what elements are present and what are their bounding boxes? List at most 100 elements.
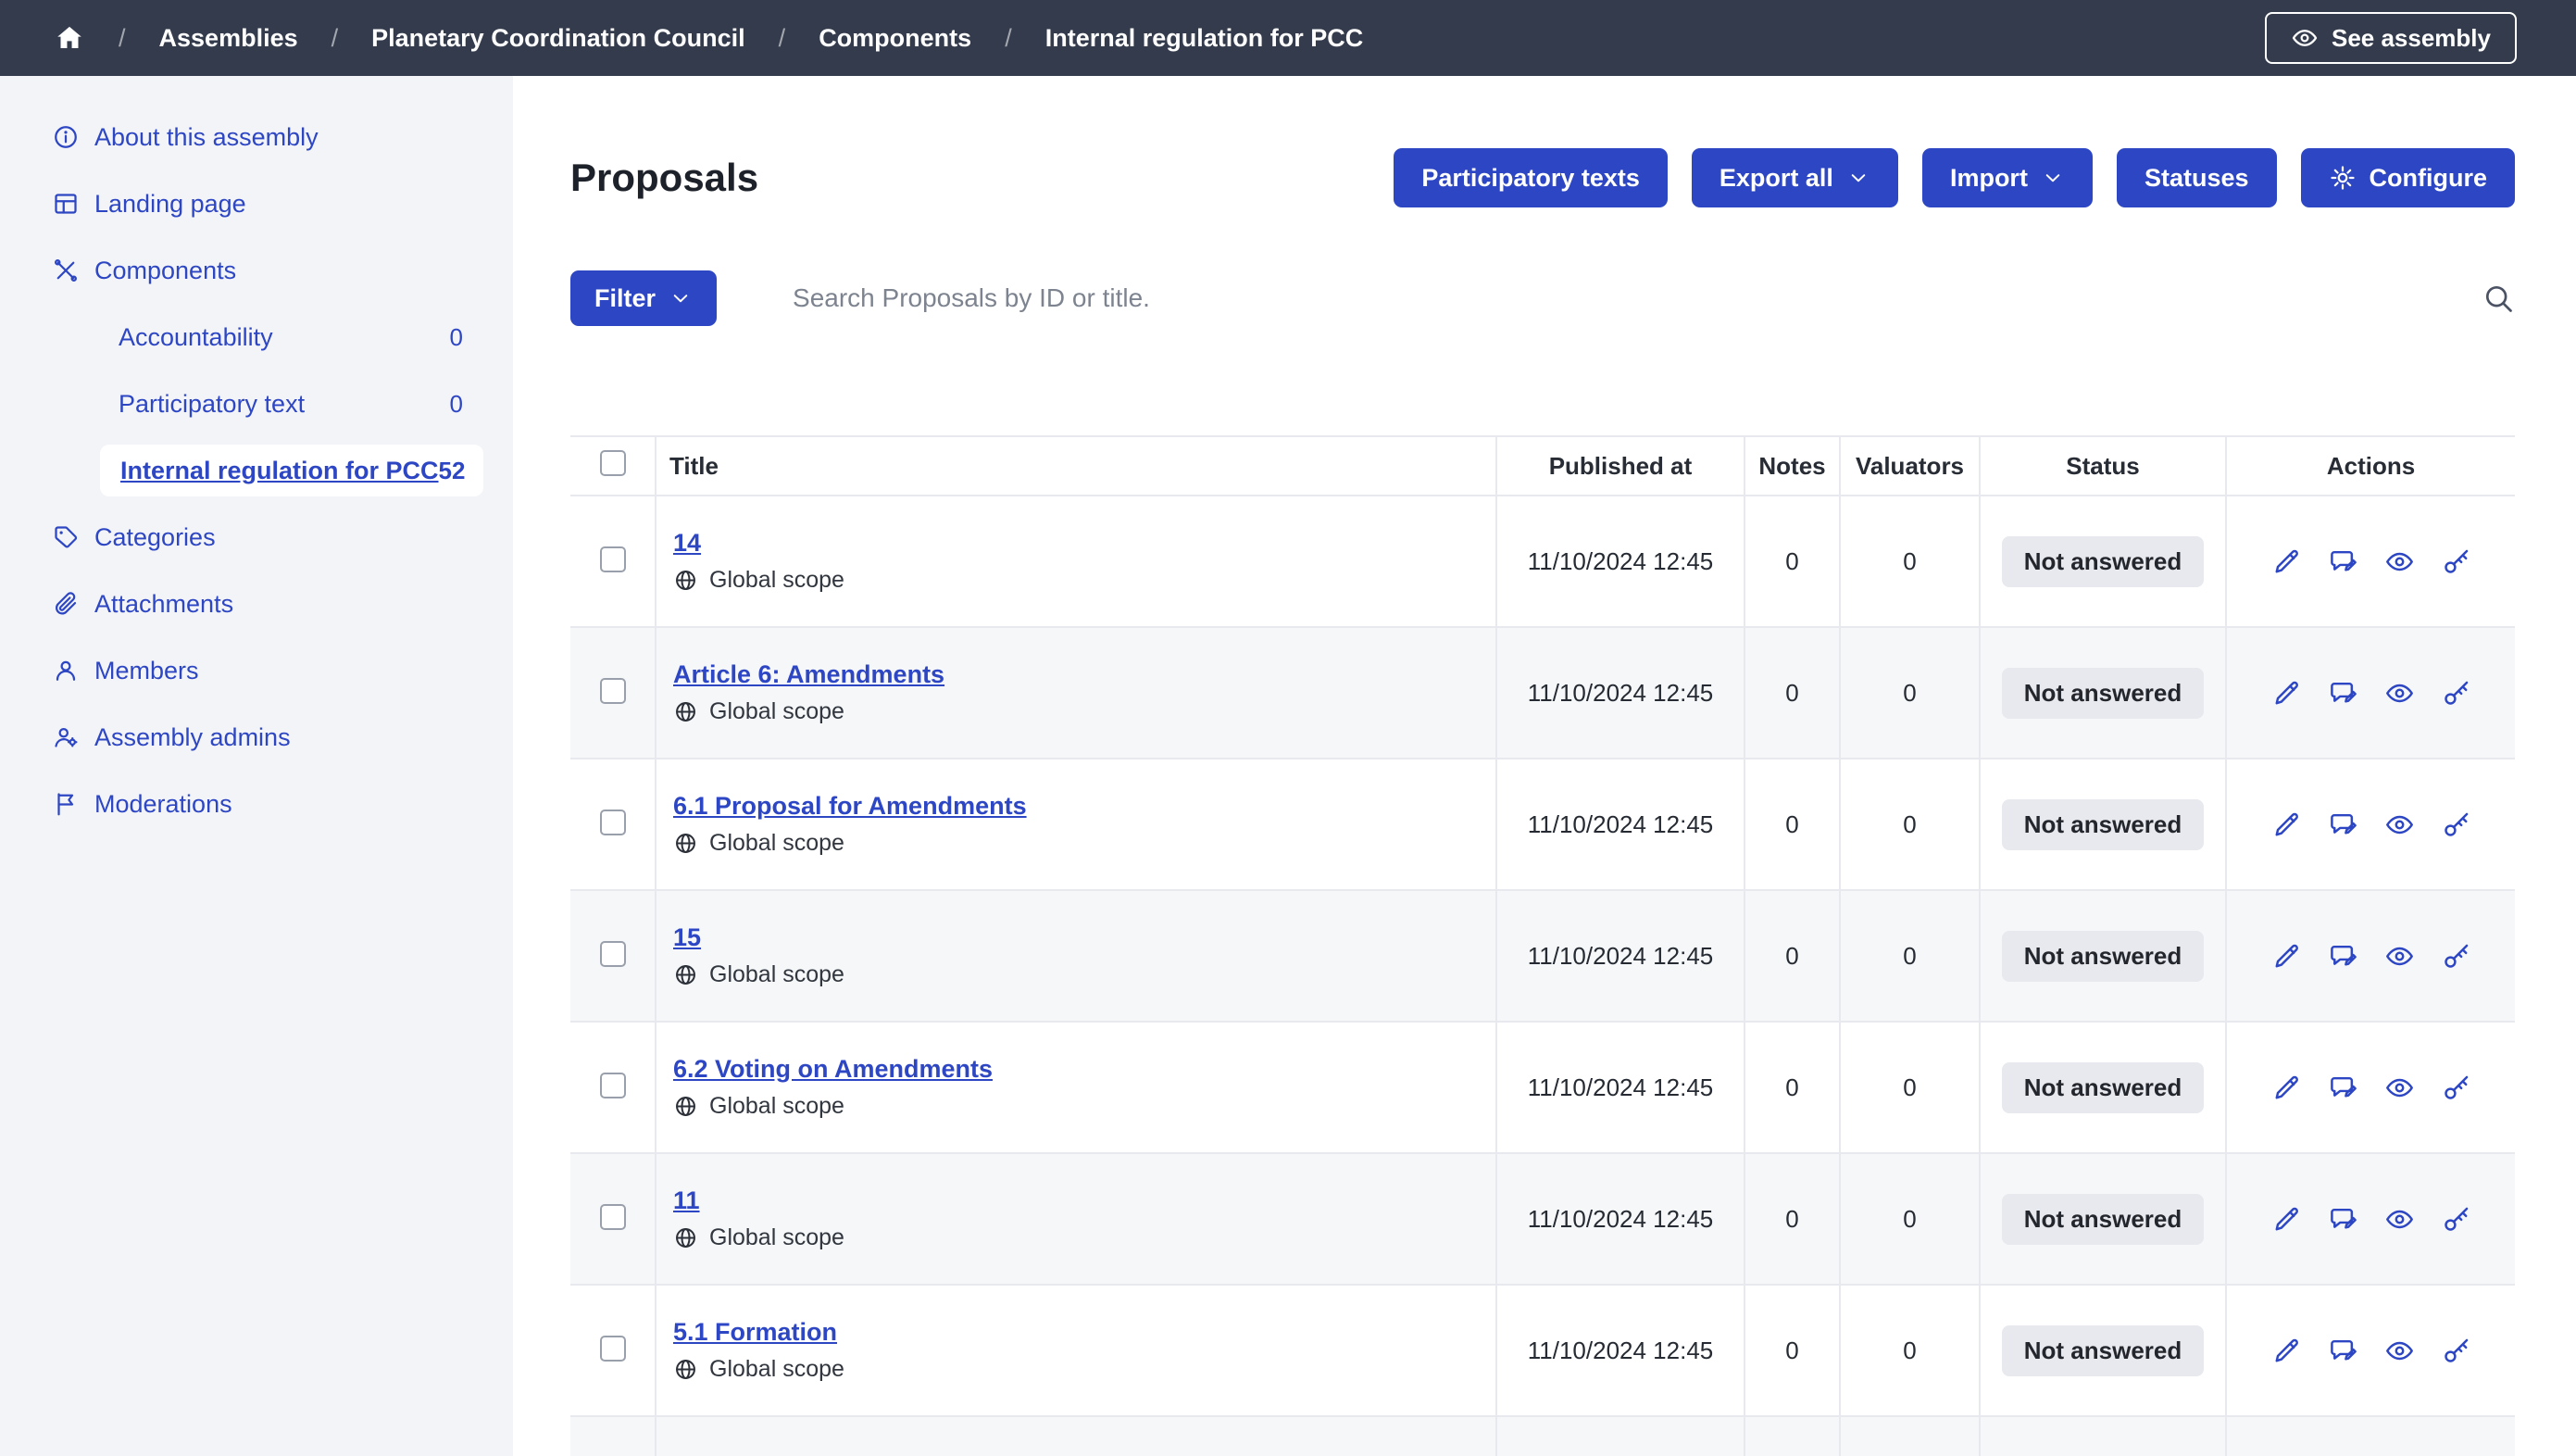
proposals-table-body: 14 Global scope 11/10/2024 12:45 0 0 Not…: [570, 496, 2515, 1456]
chat-answer-icon[interactable]: [2328, 678, 2358, 709]
breadcrumb-assembly-name[interactable]: Planetary Coordination Council: [371, 24, 745, 53]
breadcrumb-separator: /: [119, 24, 126, 53]
configure-button[interactable]: Configure: [2301, 148, 2516, 207]
home-icon[interactable]: [54, 22, 85, 54]
pencil-icon[interactable]: [2271, 810, 2302, 840]
chat-answer-icon[interactable]: [2328, 1204, 2358, 1235]
notes-count: 0: [1785, 547, 1798, 575]
proposal-title-link[interactable]: 5.1 Formation: [673, 1318, 837, 1347]
pencil-icon[interactable]: [2271, 1336, 2302, 1366]
row-checkbox[interactable]: [600, 1204, 626, 1230]
proposal-title-link[interactable]: 6.2 Voting on Amendments: [673, 1055, 993, 1084]
see-assembly-button[interactable]: See assembly: [2265, 12, 2517, 64]
filter-button[interactable]: Filter: [570, 270, 717, 326]
key-icon[interactable]: [2441, 1073, 2471, 1103]
pencil-icon[interactable]: [2271, 1073, 2302, 1103]
status-badge: Not answered: [2002, 536, 2205, 587]
status-badge: Not answered: [2002, 1194, 2205, 1245]
proposal-title-link[interactable]: 14: [673, 529, 701, 558]
table-row: Article 6: Amendments Global scope 11/10…: [570, 627, 2515, 759]
pencil-icon[interactable]: [2271, 941, 2302, 972]
notes-count: 0: [1785, 1205, 1798, 1233]
key-icon[interactable]: [2441, 941, 2471, 972]
row-checkbox[interactable]: [600, 546, 626, 572]
chat-answer-icon[interactable]: [2328, 546, 2358, 577]
pencil-icon[interactable]: [2271, 678, 2302, 709]
proposal-scope: Global scope: [673, 567, 1495, 594]
eye-icon[interactable]: [2384, 678, 2415, 709]
row-checkbox[interactable]: [600, 941, 626, 967]
search-input[interactable]: [791, 282, 2482, 314]
breadcrumb-separator: /: [779, 24, 786, 53]
column-header-title: Title: [656, 436, 1496, 496]
proposal-title-link[interactable]: Article 6: Amendments: [673, 660, 944, 689]
row-checkbox[interactable]: [600, 1073, 626, 1098]
globe-icon: [673, 831, 698, 856]
proposal-scope: Global scope: [673, 698, 1495, 725]
valuators-count: 0: [1903, 1205, 1916, 1233]
top-bar: / Assemblies / Planetary Coordination Co…: [0, 0, 2576, 76]
key-icon[interactable]: [2441, 810, 2471, 840]
tag-icon: [52, 523, 80, 551]
pencil-icon[interactable]: [2271, 546, 2302, 577]
globe-icon: [673, 1225, 698, 1250]
sidebar-item-attachments[interactable]: Attachments: [0, 571, 513, 637]
status-badge: Not answered: [2002, 1325, 2205, 1376]
table-row: 12: [570, 1416, 2515, 1456]
eye-icon[interactable]: [2384, 546, 2415, 577]
pencil-icon[interactable]: [2271, 1204, 2302, 1235]
globe-icon: [673, 1357, 698, 1382]
key-icon[interactable]: [2441, 1336, 2471, 1366]
chat-answer-icon[interactable]: [2328, 941, 2358, 972]
export-all-button[interactable]: Export all: [1692, 148, 1898, 207]
sidebar-item-accountability[interactable]: Accountability 0: [0, 304, 513, 370]
sidebar-item-components[interactable]: Components: [0, 237, 513, 304]
sidebar-item-members[interactable]: Members: [0, 637, 513, 704]
proposal-title-link[interactable]: 11: [673, 1186, 700, 1215]
sidebar-item-participatory-text[interactable]: Participatory text 0: [0, 370, 513, 437]
sidebar-item-about[interactable]: About this assembly: [0, 104, 513, 170]
globe-icon: [673, 1094, 698, 1119]
published-at-value: 11/10/2024 12:45: [1528, 547, 1713, 575]
layout-icon: [52, 190, 80, 218]
count-badge: 0: [450, 390, 463, 419]
eye-icon[interactable]: [2384, 810, 2415, 840]
column-header-valuators: Valuators: [1840, 436, 1980, 496]
sidebar-item-assembly-admins[interactable]: Assembly admins: [0, 704, 513, 771]
breadcrumb-components[interactable]: Components: [819, 24, 971, 53]
sidebar-item-moderations[interactable]: Moderations: [0, 771, 513, 837]
proposal-title-link[interactable]: 15: [673, 923, 701, 952]
key-icon[interactable]: [2441, 678, 2471, 709]
row-actions: [2227, 1204, 2515, 1235]
eye-icon[interactable]: [2384, 1073, 2415, 1103]
breadcrumb-separator: /: [331, 24, 339, 53]
user-icon: [52, 657, 80, 684]
admin-sidebar: About this assembly Landing page Compone…: [0, 76, 513, 1456]
table-row: 14 Global scope 11/10/2024 12:45 0 0 Not…: [570, 496, 2515, 627]
proposal-title-link[interactable]: 6.1 Proposal for Amendments: [673, 792, 1027, 821]
breadcrumb-assemblies[interactable]: Assemblies: [159, 24, 298, 53]
chat-answer-icon[interactable]: [2328, 1336, 2358, 1366]
sidebar-item-landing-page[interactable]: Landing page: [0, 170, 513, 237]
row-checkbox[interactable]: [600, 810, 626, 835]
published-at-value: 11/10/2024 12:45: [1528, 1073, 1713, 1101]
key-icon[interactable]: [2441, 546, 2471, 577]
breadcrumb-current-component[interactable]: Internal regulation for PCC: [1045, 24, 1364, 53]
chat-answer-icon[interactable]: [2328, 810, 2358, 840]
eye-icon[interactable]: [2384, 1204, 2415, 1235]
proposal-scope: Global scope: [673, 961, 1495, 988]
count-badge: 0: [450, 323, 463, 352]
participatory-texts-button[interactable]: Participatory texts: [1394, 148, 1668, 207]
select-all-checkbox[interactable]: [600, 450, 626, 476]
import-button[interactable]: Import: [1922, 148, 2093, 207]
chat-answer-icon[interactable]: [2328, 1073, 2358, 1103]
statuses-button[interactable]: Statuses: [2117, 148, 2277, 207]
search-icon[interactable]: [2482, 282, 2515, 315]
row-checkbox[interactable]: [600, 1336, 626, 1362]
key-icon[interactable]: [2441, 1204, 2471, 1235]
sidebar-item-internal-regulation[interactable]: Internal regulation for PCC 52: [100, 445, 483, 496]
eye-icon[interactable]: [2384, 941, 2415, 972]
eye-icon[interactable]: [2384, 1336, 2415, 1366]
row-checkbox[interactable]: [600, 678, 626, 704]
sidebar-item-categories[interactable]: Categories: [0, 504, 513, 571]
